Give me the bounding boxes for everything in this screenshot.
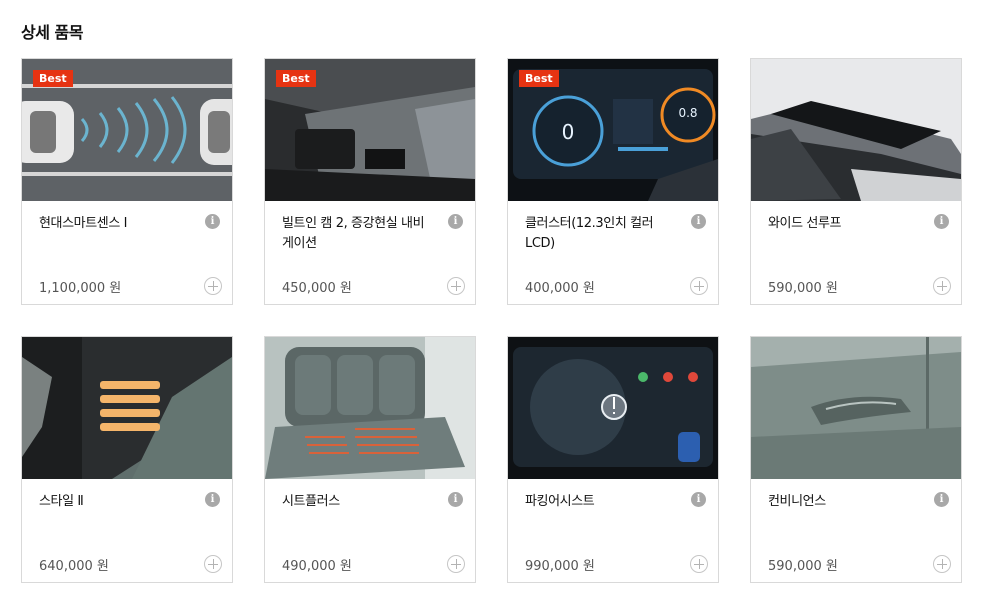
add-option-icon[interactable] [204, 555, 222, 573]
best-badge: Best [519, 70, 559, 87]
option-card[interactable]: 스타일 Ⅱ i 640,000 원 [21, 336, 233, 583]
info-icon[interactable]: i [934, 214, 949, 229]
option-image-convenience [751, 337, 961, 479]
option-card[interactable]: Best 현대스마트센스 Ⅰ i 1,100,000 원 [21, 58, 233, 305]
option-price: 990,000 원 [525, 559, 595, 574]
option-name: 클러스터(12.3인치 컬러 LCD) [525, 216, 654, 251]
option-image-parking [508, 337, 718, 479]
option-name: 시트플러스 [282, 494, 340, 509]
option-price: 590,000 원 [768, 559, 838, 574]
option-name: 현대스마트센스 Ⅰ [39, 216, 128, 231]
add-option-icon[interactable] [204, 277, 222, 295]
option-card[interactable]: Best 빌트인 캠 2, 증강현실 내비게이션 i 450,000 원 [264, 58, 476, 305]
option-card[interactable]: 컨비니언스 i 590,000 원 [750, 336, 962, 583]
option-card[interactable]: 시트플러스 i 490,000 원 [264, 336, 476, 583]
add-option-icon[interactable] [690, 555, 708, 573]
option-price: 590,000 원 [768, 281, 838, 296]
option-image-style [22, 337, 232, 479]
add-option-icon[interactable] [447, 555, 465, 573]
option-image-cluster: 0 0.8 Best [508, 59, 718, 201]
option-card[interactable]: 0 0.8 Best 클러스터(12.3인치 컬러 LCD) i 400,000… [507, 58, 719, 305]
info-icon[interactable]: i [448, 214, 463, 229]
option-image-sunroof [751, 59, 961, 201]
section-title: 상세 품목 [21, 23, 83, 42]
option-name: 스타일 Ⅱ [39, 494, 84, 509]
option-image-smart-sense: Best [22, 59, 232, 201]
option-image-seat [265, 337, 475, 479]
best-badge: Best [276, 70, 316, 87]
option-image-builtin-cam: Best [265, 59, 475, 201]
option-card[interactable]: 와이드 선루프 i 590,000 원 [750, 58, 962, 305]
option-price: 450,000 원 [282, 281, 352, 296]
info-icon[interactable]: i [691, 214, 706, 229]
add-option-icon[interactable] [933, 555, 951, 573]
option-price: 640,000 원 [39, 559, 109, 574]
option-name: 와이드 선루프 [768, 216, 842, 231]
option-price: 1,100,000 원 [39, 281, 122, 296]
option-price: 400,000 원 [525, 281, 595, 296]
cluster-rpm-text: 0.8 [678, 106, 697, 120]
add-option-icon[interactable] [447, 277, 465, 295]
cluster-speed-text: 0 [562, 120, 575, 144]
option-name: 빌트인 캠 2, 증강현실 내비게이션 [282, 216, 425, 251]
info-icon[interactable]: i [934, 492, 949, 507]
add-option-icon[interactable] [690, 277, 708, 295]
info-icon[interactable]: i [448, 492, 463, 507]
info-icon[interactable]: i [205, 492, 220, 507]
option-name: 파킹어시스트 [525, 494, 595, 509]
best-badge: Best [33, 70, 73, 87]
info-icon[interactable]: i [691, 492, 706, 507]
option-card[interactable]: 파킹어시스트 i 990,000 원 [507, 336, 719, 583]
option-price: 490,000 원 [282, 559, 352, 574]
option-name: 컨비니언스 [768, 494, 826, 509]
add-option-icon[interactable] [933, 277, 951, 295]
info-icon[interactable]: i [205, 214, 220, 229]
